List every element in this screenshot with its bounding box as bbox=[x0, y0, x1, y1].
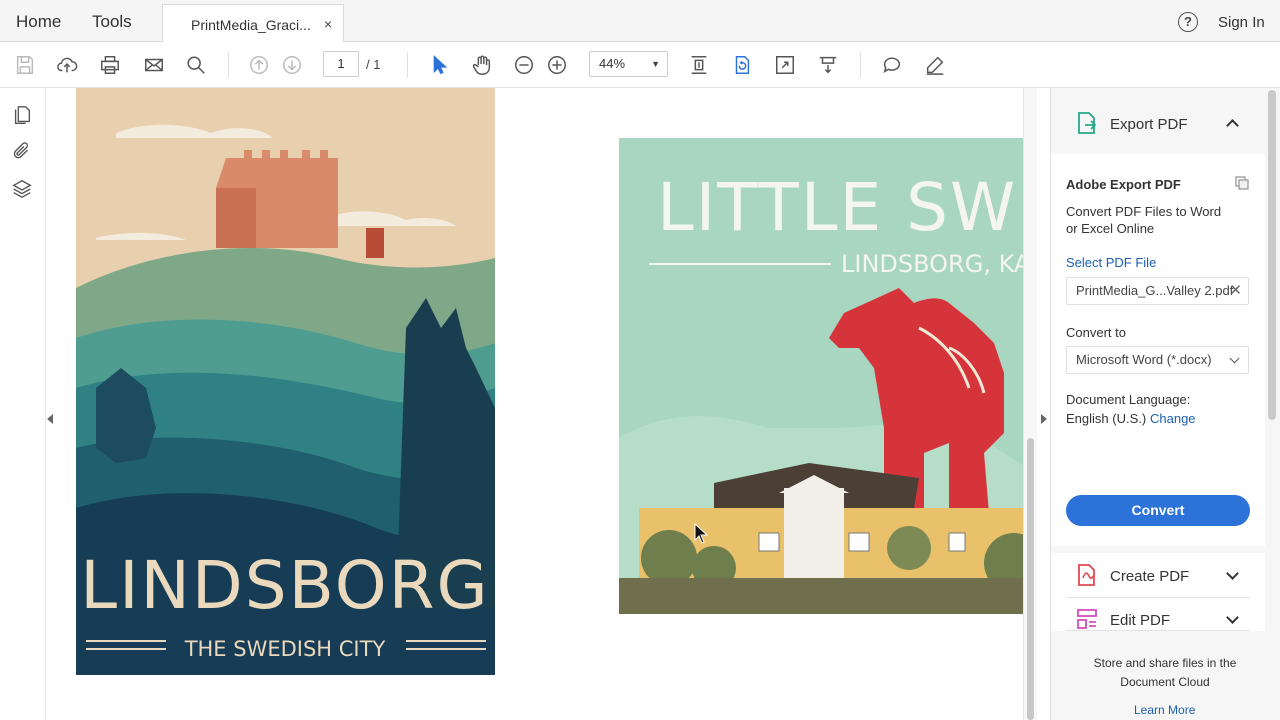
poster2-subtitle: LINDSBORG, KANSAS bbox=[841, 250, 1023, 278]
toolbar-divider bbox=[228, 52, 229, 78]
export-pdf-header[interactable]: Export PDF bbox=[1110, 116, 1188, 133]
export-card-title: Adobe Export PDF bbox=[1066, 177, 1181, 192]
document-tab[interactable]: PrintMedia_Graci... × bbox=[162, 4, 344, 43]
zoom-out-icon[interactable] bbox=[511, 52, 537, 78]
zoom-in-icon[interactable] bbox=[544, 52, 570, 78]
poster1-subtitle: THE SWEDISH CITY bbox=[184, 637, 386, 661]
chevron-down-icon bbox=[1229, 353, 1240, 364]
document-language-value: English (U.S.) bbox=[1066, 411, 1147, 426]
poster2-title: LITTLE SWEDE bbox=[657, 169, 1023, 246]
help-icon[interactable]: ? bbox=[1178, 12, 1198, 32]
document-canvas[interactable]: LINDSBORG THE SWEDISH CITY LITTLE SWEDE … bbox=[57, 88, 1023, 720]
selected-file-name: PrintMedia_G...Valley 2.pdf bbox=[1076, 283, 1234, 298]
tools-tab[interactable]: Tools bbox=[92, 12, 132, 32]
layers-icon[interactable] bbox=[11, 178, 35, 202]
caret-down-icon: ▼ bbox=[651, 59, 660, 69]
zoom-value: 44% bbox=[599, 56, 626, 71]
export-desc-line2: or Excel Online bbox=[1066, 221, 1155, 236]
export-pdf-icon bbox=[1078, 112, 1097, 134]
full-screen-icon[interactable] bbox=[772, 52, 798, 78]
cloud-storage-note: Store and share files in the Document Cl… bbox=[1093, 656, 1237, 689]
next-page-icon[interactable] bbox=[279, 52, 305, 78]
document-language-label: Document Language: bbox=[1066, 392, 1191, 407]
sign-icon[interactable] bbox=[922, 52, 948, 78]
change-language-link[interactable]: Change bbox=[1150, 411, 1196, 426]
convert-button[interactable]: Convert bbox=[1066, 495, 1250, 526]
mouse-cursor-icon bbox=[694, 523, 708, 544]
selected-file-field[interactable]: PrintMedia_G...Valley 2.pdf ✕ bbox=[1066, 277, 1249, 305]
zoom-select[interactable]: 44% ▼ bbox=[589, 51, 668, 77]
create-pdf-item[interactable]: Create PDF bbox=[1110, 568, 1189, 585]
toolbar-divider bbox=[407, 52, 408, 78]
select-pdf-file-link[interactable]: Select PDF File bbox=[1066, 255, 1156, 270]
collapse-left-arrow-icon[interactable] bbox=[47, 414, 53, 424]
toolbar-divider bbox=[860, 52, 861, 78]
pages-thumbnail-icon[interactable] bbox=[11, 104, 35, 128]
format-value: Microsoft Word (*.docx) bbox=[1076, 352, 1212, 367]
little-sweden-poster: LITTLE SWEDE LINDSBORG, KANSAS bbox=[619, 138, 1023, 614]
home-tab[interactable]: Home bbox=[16, 12, 61, 32]
rotate-icon[interactable] bbox=[729, 52, 755, 78]
mail-icon[interactable] bbox=[141, 52, 167, 78]
top-bar: Home Tools PrintMedia_Graci... × ? Sign … bbox=[0, 0, 1280, 43]
comment-icon[interactable] bbox=[879, 52, 905, 78]
divider bbox=[1066, 630, 1250, 631]
sign-in-button[interactable]: Sign In bbox=[1218, 14, 1265, 31]
lindsborg-poster: LINDSBORG THE SWEDISH CITY bbox=[76, 88, 495, 675]
divider bbox=[1066, 597, 1250, 598]
collapse-right-arrow-icon[interactable] bbox=[1041, 414, 1047, 424]
print-icon[interactable] bbox=[97, 52, 123, 78]
search-icon[interactable] bbox=[183, 52, 209, 78]
select-arrow-icon[interactable] bbox=[426, 52, 452, 78]
right-panel-scrollbar[interactable] bbox=[1268, 90, 1276, 420]
create-pdf-icon bbox=[1078, 564, 1095, 586]
edit-pdf-item[interactable]: Edit PDF bbox=[1110, 612, 1170, 629]
export-desc-line1: Convert PDF Files to Word bbox=[1066, 204, 1222, 219]
edit-pdf-icon bbox=[1077, 609, 1097, 629]
scroll-mode-icon[interactable] bbox=[815, 52, 841, 78]
copy-info-icon[interactable] bbox=[1234, 175, 1250, 191]
convert-to-label: Convert to bbox=[1066, 325, 1126, 340]
poster1-title: LINDSBORG bbox=[80, 547, 489, 624]
save-icon[interactable] bbox=[12, 52, 38, 78]
fit-page-icon[interactable] bbox=[686, 52, 712, 78]
document-tab-label: PrintMedia_Graci... bbox=[191, 17, 311, 33]
hand-icon[interactable] bbox=[469, 52, 495, 78]
clear-file-icon[interactable]: ✕ bbox=[1229, 278, 1242, 304]
attachment-icon[interactable] bbox=[11, 140, 35, 164]
upload-icon[interactable] bbox=[54, 52, 80, 78]
document-vertical-scrollbar[interactable] bbox=[1023, 88, 1037, 720]
scrollbar-thumb[interactable] bbox=[1027, 438, 1034, 720]
left-navigation-rail bbox=[0, 88, 46, 720]
learn-more-link[interactable]: Learn More bbox=[1134, 703, 1195, 717]
page-number-input[interactable]: 1 bbox=[323, 51, 359, 77]
page-total: / 1 bbox=[366, 57, 381, 72]
prev-page-icon[interactable] bbox=[246, 52, 272, 78]
close-tab-icon[interactable]: × bbox=[324, 16, 332, 32]
format-select[interactable]: Microsoft Word (*.docx) bbox=[1066, 346, 1249, 374]
